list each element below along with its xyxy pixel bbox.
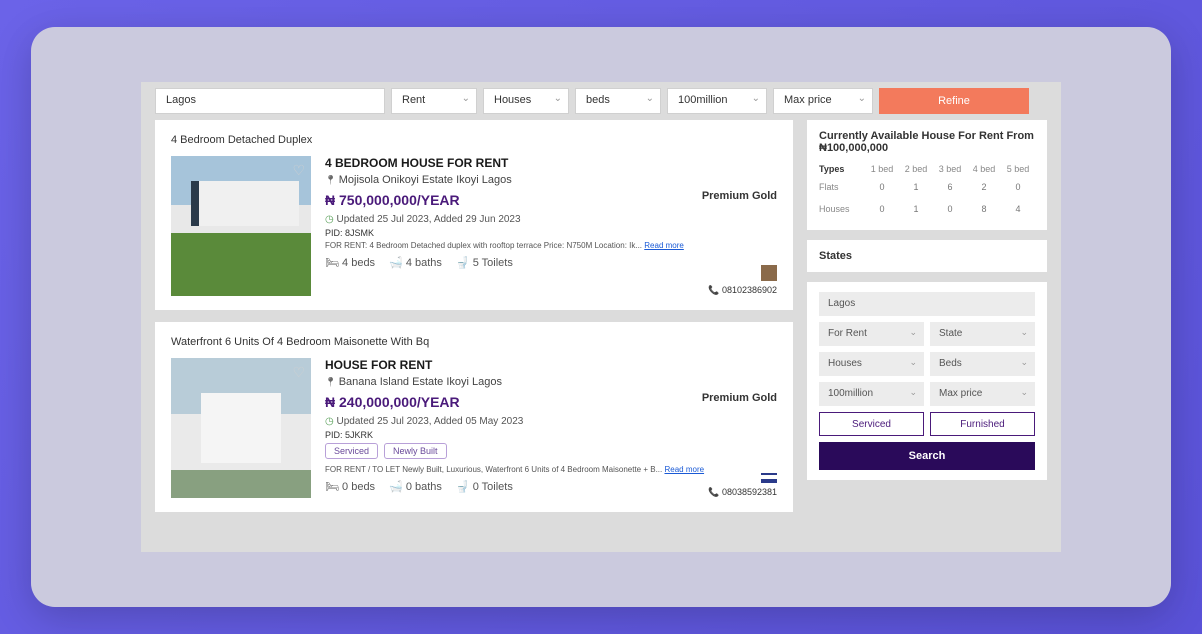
outer-frame: Lagos Rent Houses beds 100million Max pr… [31, 27, 1171, 607]
listing-badges: Serviced Newly Built [325, 443, 777, 459]
listing-image[interactable]: ♡ [171, 156, 311, 296]
filter-property-select[interactable]: Houses [483, 88, 569, 114]
mini-purpose-select[interactable]: For Rent [819, 322, 924, 346]
filter-minprice-select[interactable]: 100million [667, 88, 767, 114]
agent-avatar-icon [761, 265, 777, 281]
beds-icon: 🛏 0 beds [325, 480, 375, 493]
filter-maxprice-select[interactable]: Max price [773, 88, 873, 114]
states-heading: States [819, 250, 1035, 262]
mini-beds-select[interactable]: Beds [930, 352, 1035, 376]
availability-heading: Currently Available House For Rent From … [819, 130, 1035, 154]
states-card: States [807, 240, 1047, 272]
filter-bar: Lagos Rent Houses beds 100million Max pr… [141, 82, 1061, 120]
listing-pid: PID: 5JKRK [325, 430, 777, 440]
listing-title: 4 Bedroom Detached Duplex [171, 134, 777, 146]
listing-image[interactable]: ♡ [171, 358, 311, 498]
baths-icon: 🛁 0 baths [389, 480, 442, 493]
favorite-icon[interactable]: ♡ [292, 364, 305, 381]
listing-heading: HOUSE FOR RENT [325, 358, 777, 372]
furnished-toggle[interactable]: Furnished [930, 412, 1035, 436]
refine-button[interactable]: Refine [879, 88, 1029, 114]
bed-header: 2 bed [899, 162, 933, 176]
listing-card[interactable]: Waterfront 6 Units Of 4 Bedroom Maisonet… [155, 322, 793, 512]
favorite-icon[interactable]: ♡ [292, 162, 305, 179]
mini-property-select[interactable]: Houses [819, 352, 924, 376]
readmore-link[interactable]: Read more [664, 465, 704, 474]
types-label: Types [819, 162, 865, 176]
premium-badge: Premium Gold [702, 392, 777, 404]
search-button[interactable]: Search [819, 442, 1035, 470]
filter-beds-select[interactable]: beds [575, 88, 661, 114]
filter-type-select[interactable]: Rent [391, 88, 477, 114]
agent-logo-icon [761, 473, 777, 483]
main-content: 4 Bedroom Detached Duplex ♡ 4 BEDROOM HO… [141, 120, 1061, 526]
newly-built-badge: Newly Built [384, 443, 447, 459]
mini-search-form: Lagos For Rent State Houses Beds 100mill… [807, 282, 1047, 480]
serviced-toggle[interactable]: Serviced [819, 412, 924, 436]
agent-contact[interactable]: 📞 08038592381 [708, 473, 777, 498]
table-row: Flats 0 1 6 2 0 [819, 176, 1035, 198]
listing-body: ♡ 4 BEDROOM HOUSE FOR RENT Mojisola Onik… [171, 156, 777, 296]
listing-body: ♡ HOUSE FOR RENT Banana Island Estate Ik… [171, 358, 777, 498]
filter-location-input[interactable]: Lagos [155, 88, 385, 114]
baths-icon: 🛁 4 baths [389, 256, 442, 269]
listing-dates: Updated 25 Jul 2023, Added 05 May 2023 [325, 416, 777, 427]
agent-contact[interactable]: 📞 08102386902 [708, 265, 777, 296]
listing-pid: PID: 8JSMK [325, 228, 777, 238]
listing-dates: Updated 25 Jul 2023, Added 29 Jun 2023 [325, 214, 777, 225]
availability-table: Types 1 bed 2 bed 3 bed 4 bed 5 bed Flat… [819, 162, 1035, 220]
listing-location: Mojisola Onikoyi Estate Ikoyi Lagos [325, 174, 777, 186]
bed-header: 4 bed [967, 162, 1001, 176]
beds-icon: 🛏 4 beds [325, 256, 375, 269]
mini-location-input[interactable]: Lagos [819, 292, 1035, 316]
bed-header: 1 bed [865, 162, 899, 176]
mini-state-select[interactable]: State [930, 322, 1035, 346]
readmore-link[interactable]: Read more [644, 241, 684, 250]
toilets-icon: 🚽 0 Toilets [456, 480, 513, 493]
listings-column: 4 Bedroom Detached Duplex ♡ 4 BEDROOM HO… [155, 120, 793, 512]
app-window: Lagos Rent Houses beds 100million Max pr… [141, 82, 1061, 552]
table-row: Houses 0 1 0 8 4 [819, 198, 1035, 220]
mini-minprice-select[interactable]: 100million [819, 382, 924, 406]
sidebar-column: Currently Available House For Rent From … [807, 120, 1047, 512]
bed-header: 3 bed [933, 162, 967, 176]
listing-card[interactable]: 4 Bedroom Detached Duplex ♡ 4 BEDROOM HO… [155, 120, 793, 310]
toilets-icon: 🚽 5 Toilets [456, 256, 513, 269]
premium-badge: Premium Gold [702, 190, 777, 202]
mini-maxprice-select[interactable]: Max price [930, 382, 1035, 406]
listing-location: Banana Island Estate Ikoyi Lagos [325, 376, 777, 388]
bed-header: 5 bed [1001, 162, 1035, 176]
listing-heading: 4 BEDROOM HOUSE FOR RENT [325, 156, 777, 170]
listing-description: FOR RENT: 4 Bedroom Detached duplex with… [325, 241, 777, 250]
serviced-badge: Serviced [325, 443, 378, 459]
listing-title: Waterfront 6 Units Of 4 Bedroom Maisonet… [171, 336, 777, 348]
availability-card: Currently Available House For Rent From … [807, 120, 1047, 230]
